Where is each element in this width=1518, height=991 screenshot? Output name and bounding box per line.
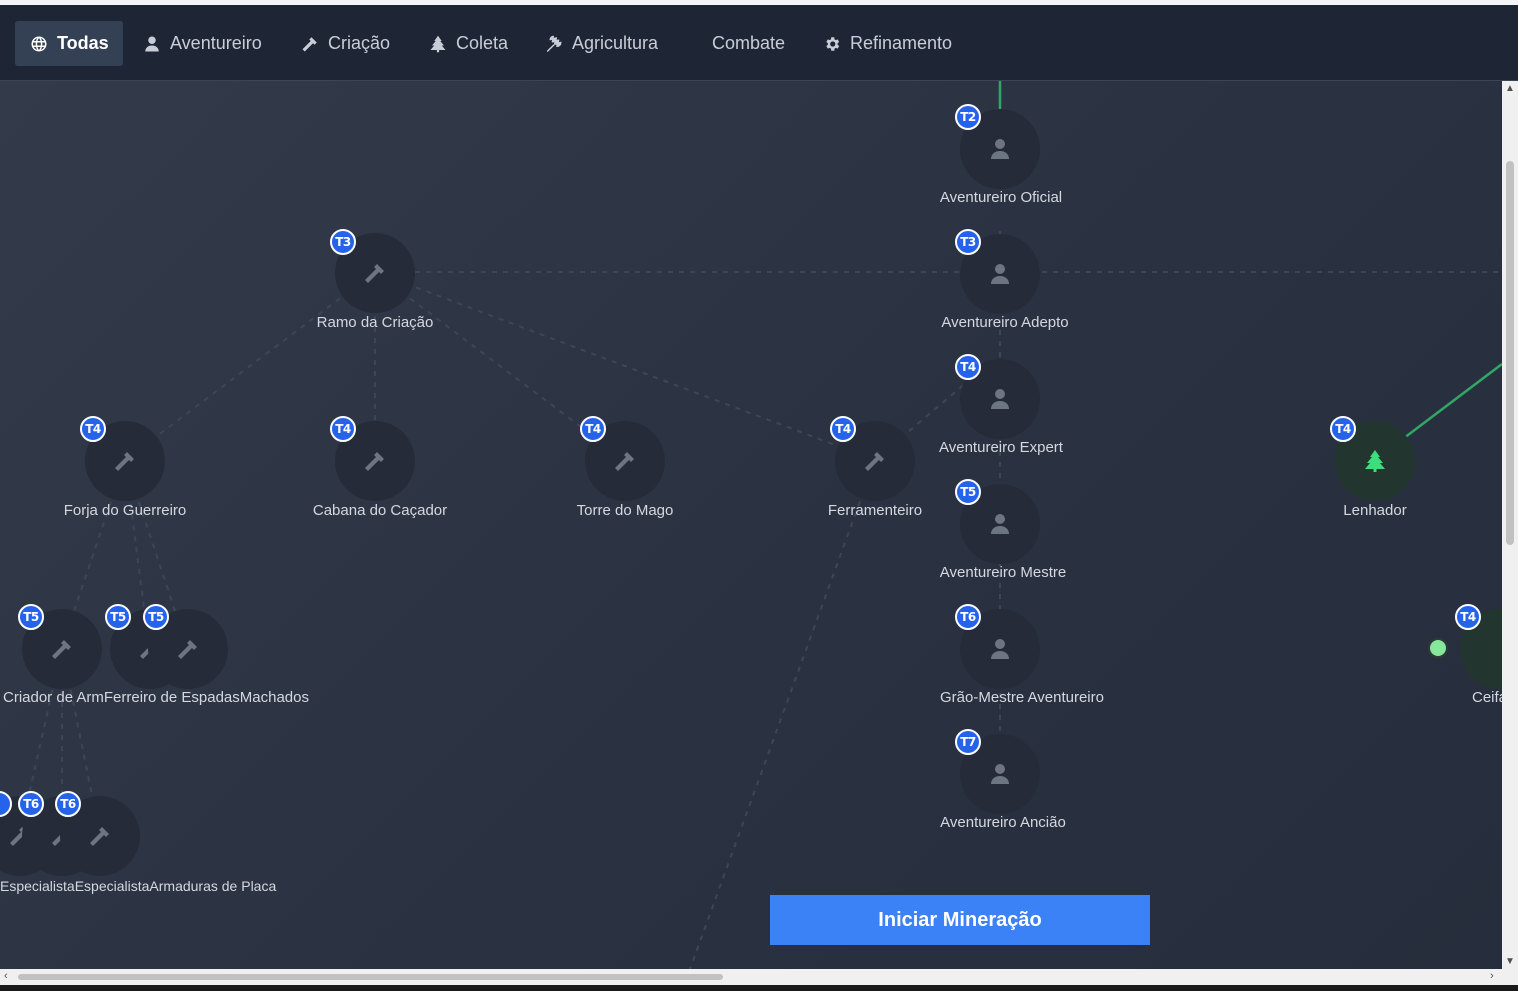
skill-label: Aventureiro Expert [939,439,1063,456]
skill-label: Torre do Mago [576,502,674,519]
tab-label: Coleta [456,33,509,53]
gear-icon [822,34,842,54]
tier-badge: T3 [330,229,356,255]
tab-criacao[interactable]: Criação [300,21,390,66]
user-icon [991,139,1009,159]
hammer-icon [615,452,634,471]
tier-badge: T5 [18,604,44,630]
user-icon [991,514,1009,534]
skill-label: Ramo da Criação [316,314,434,331]
scroll-up-icon[interactable]: ▲ [1505,83,1515,94]
user-icon [991,264,1009,284]
tier-badge: T5 [955,479,981,505]
scrollbar-corner [1502,969,1518,985]
horizontal-scrollbar[interactable]: ‹ › [0,969,1502,985]
user-icon [991,639,1009,659]
category-tabs: Todas Aventureiro Criação Coleta Agricul… [0,5,1518,81]
skill-label: Aventureiro Oficial [939,189,1063,206]
tier-badge: T4 [830,416,856,442]
tier-badge: T3 [955,229,981,255]
tab-label: Criação [328,33,391,53]
tab-todas[interactable]: Todas [15,21,123,66]
skill-label-overlap: Criador de ArmFerreiro de EspadasMachado… [3,689,309,706]
tier-badge: T2 [955,104,981,130]
tier-badge: T6 [55,791,81,817]
skill-label: Aventureiro Ancião [940,814,1066,831]
tier-badge: T4 [955,354,981,380]
tab-label: Agricultura [572,33,659,53]
scroll-right-icon[interactable]: › [1490,970,1494,982]
tab-aventureiro[interactable]: Aventureiro [142,21,262,66]
user-icon [991,389,1009,409]
skill-label-overlap: EspecialistaEspecialistaArmaduras de Pla… [0,878,277,894]
skill-label: Grão-Mestre Aventureiro [940,689,1104,706]
horizontal-scroll-thumb[interactable] [18,974,723,980]
hammer-icon [365,264,384,283]
tab-refinamento[interactable]: Refinamento [822,21,952,66]
skill-label: Forja do Guerreiro [63,502,187,519]
tier-badge: T5 [143,604,169,630]
skill-tree-links [19,81,1502,969]
vertical-scrollbar[interactable]: ▲ ▼ [1502,81,1518,969]
user-icon [142,34,162,54]
connection-dot [1428,638,1448,658]
tab-label: Todas [57,33,109,53]
hammer-icon [52,640,71,659]
tier-badge: T6 [955,604,981,630]
tab-label: Aventureiro [170,33,262,53]
skill-tree-canvas[interactable]: T2 Aventureiro Oficial T3 Aventureiro Ad… [0,81,1502,969]
hammer-icon [178,640,197,659]
hammer-icon [865,452,884,471]
hammer-icon [300,34,320,54]
tree-icon [428,34,448,54]
tab-coleta[interactable]: Coleta [428,21,508,66]
skill-label: Aventureiro Adepto [941,314,1069,331]
globe-icon [29,34,49,54]
skill-label: Ferramenteiro [827,502,923,519]
tree-icon [1365,450,1385,472]
user-icon [991,764,1009,784]
start-mining-button[interactable]: Iniciar Mineração [770,895,1150,945]
tier-badge: T4 [1455,604,1481,630]
tier-badge: T4 [80,416,106,442]
tier-badge: T4 [330,416,356,442]
skill-label: Lenhador [1343,502,1407,519]
wheat-icon [544,34,564,54]
hammer-icon [90,827,109,846]
hammer-icon [365,452,384,471]
skill-label: Aventureiro Mestre [939,564,1067,581]
tier-badge: T6 [18,791,44,817]
skill-label: Cabana do Caçador [312,502,448,519]
tab-label: Refinamento [850,33,953,53]
scroll-left-icon[interactable]: ‹ [4,970,8,982]
tab-combate[interactable]: Combate [712,21,785,66]
tab-agricultura[interactable]: Agricultura [544,21,658,66]
hammer-icon [115,452,134,471]
window-bottom-edge [0,985,1518,991]
tier-badge: T7 [955,729,981,755]
skill-label: Ceifa [1472,689,1502,706]
tier-badge: T5 [105,604,131,630]
tab-label: Combate [712,33,786,53]
tier-badge: T4 [580,416,606,442]
scroll-down-icon[interactable]: ▼ [1505,956,1515,967]
tier-badge: T4 [1330,416,1356,442]
vertical-scroll-thumb[interactable] [1506,161,1514,545]
